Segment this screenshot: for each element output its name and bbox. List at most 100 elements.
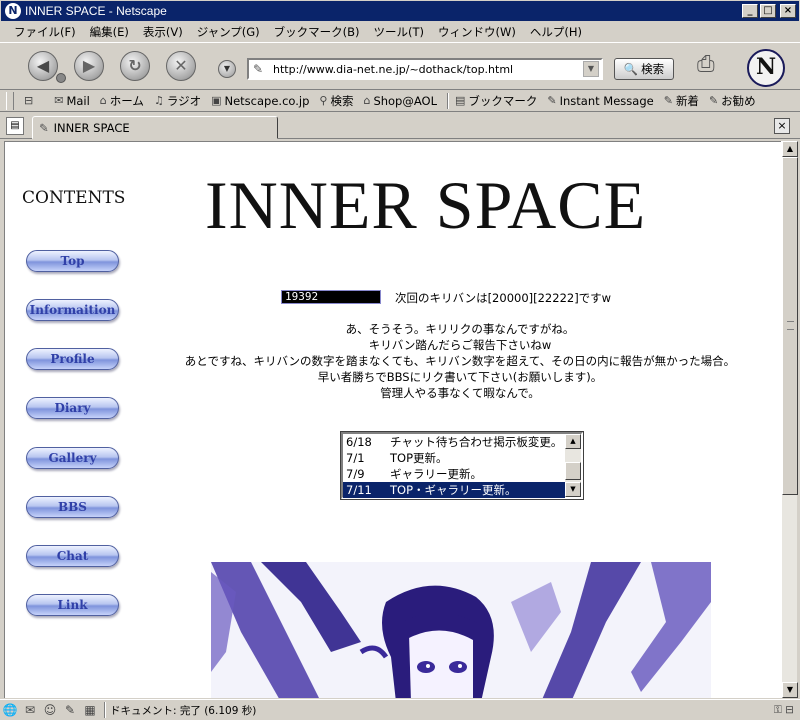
notice-line: 管理人やる事なくて暇なんで。 [380,386,540,400]
bookmark-label: お勧め [721,93,756,108]
nav-gallery-button[interactable]: Gallery [26,447,119,469]
update-item[interactable]: 7/1 TOP更新。 [343,450,565,466]
notice-line: あ、そうそう。キリリクの事なんですがね。 [345,322,575,336]
bookmark-link-icon: ✎ [708,94,719,107]
composer-icon[interactable]: ✎ [60,703,80,717]
bookmark-label: 検索 [330,93,354,108]
scroll-thumb[interactable] [782,157,798,495]
back-history-dropdown[interactable] [56,73,66,83]
close-tab-button[interactable]: × [774,118,790,134]
listbox-scroll-thumb[interactable] [565,462,581,480]
forward-button[interactable]: ▶ [74,51,104,81]
listbox-scroll-up[interactable]: ▲ [565,434,581,449]
scroll-up-button[interactable]: ▲ [782,141,798,157]
window-title: INNER SPACE - Netscape [25,4,167,18]
page-scrollbar[interactable]: ▲ ▼ [781,141,798,698]
maximize-button[interactable]: □ [760,4,776,18]
url-bar[interactable]: ✎ ▼ [247,58,603,80]
tab-bar: ▤ ✎ INNER SPACE × [0,113,800,139]
stop-button[interactable]: ✕ [166,51,196,81]
bookmark-link-icon: ✎ [663,94,673,107]
listbox-scrollbar[interactable]: ▲ ▼ [565,434,581,497]
print-icon[interactable]: ⎙ [697,52,729,80]
my-netscape-icon: ▣ [211,94,222,107]
reload-button[interactable]: ↻ [120,51,150,81]
status-bar: 🌐 ✉ ☺ ✎ ▦ ドキュメント: 完了 (6.109 秒) ⚿ ⊟ [0,699,800,720]
nav-link-button[interactable]: Link [26,594,119,616]
close-window-button[interactable]: × [780,4,796,18]
menu-view[interactable]: 表示(V) [143,24,183,40]
update-item[interactable]: 7/9 ギャラリー更新。 [343,466,565,482]
bookmark-home[interactable]: ⌂ ホーム [100,93,144,109]
listbox-scroll-down[interactable]: ▼ [565,482,581,497]
new-tab-icon[interactable]: ▤ [6,117,24,135]
notice-line: 早い者勝ちでBBSにリク書いて下さい(お願いします)。 [317,370,603,384]
update-history-listbox[interactable]: 6/18 チャット待ち合わせ掲示板変更。 7/1 TOP更新。 7/9 ギャラリー更新… [340,431,584,500]
menu-bookmarks[interactable]: ブックマーク(B) [274,24,360,40]
bookmark-search[interactable]: ⚲ 検索 [319,93,353,109]
nav-top-button[interactable]: Top [26,250,119,272]
menu-tools[interactable]: ツール(T) [374,24,425,40]
update-text: TOP・ギャラリー更新。 [390,483,517,497]
bookmark-shop[interactable]: ⌂ Shop@AOL [363,94,437,108]
radio-icon: ♫ [153,94,164,107]
url-history-button[interactable]: ▼ [218,60,236,78]
back-button[interactable]: ◀ [28,51,58,81]
tab-inner-space[interactable]: ✎ INNER SPACE [32,116,278,139]
bookmark-netscape[interactable]: ▣ Netscape.co.jp [211,94,309,108]
minimize-button[interactable]: _ [742,4,758,18]
bookmark-link-icon: ✎ [547,94,557,107]
update-item[interactable]: 6/18 チャット待ち合わせ掲示板変更。 [343,434,565,450]
netscape-logo[interactable]: N [747,49,785,87]
bookmark-label: ホーム [109,93,144,108]
page-proxy-icon[interactable]: ✎ [253,62,269,76]
nav-bbs-button[interactable]: BBS [26,496,119,518]
toolbar-home-tab-icon[interactable]: ⊟ [24,94,36,107]
page-icon: ✎ [39,120,49,135]
navigator-icon[interactable]: 🌐 [0,703,20,717]
menu-edit[interactable]: 編集(E) [90,24,129,40]
update-text: チャット待ち合わせ掲示板変更。 [390,435,563,449]
bookmark-recommended[interactable]: ✎ お勧め [709,93,756,109]
bookmark-new[interactable]: ✎ 新着 [664,93,699,109]
mail-icon[interactable]: ✉ [20,703,40,717]
url-input[interactable] [273,62,583,76]
site-title: INNER SPACE [205,167,647,243]
update-date: 7/11 [346,483,372,497]
netscape-icon: N [5,3,21,19]
menu-file[interactable]: ファイル(F) [14,24,76,40]
bookmark-label: Netscape.co.jp [224,93,310,108]
update-date: 6/18 [346,435,372,449]
bookmarks-menu[interactable]: ▤ ブックマーク [455,93,537,109]
home-icon: ⌂ [99,94,107,107]
page-content: CONTENTS Top Informaition Profile Diary … [4,141,781,698]
url-dropdown-button[interactable]: ▼ [583,61,599,77]
menu-window[interactable]: ウィンドウ(W) [438,24,516,40]
bookmark-label: Mail [66,93,90,108]
bookmark-radio[interactable]: ♫ ラジオ [154,93,201,109]
nav-chat-button[interactable]: Chat [26,545,119,567]
nav-information-button[interactable]: Informaition [26,299,119,321]
personal-toolbar: ⊟ ✉ Mail ⌂ ホーム ♫ ラジオ ▣ Netscape.co.jp ⚲ 検索 ⌂ S… [0,90,800,112]
search-button[interactable]: 🔍 検索 [614,58,674,80]
aim-icon[interactable]: ☺ [40,703,60,717]
bookmark-label: ブックマーク [468,93,538,108]
bookmark-label: Instant Message [559,93,654,108]
mail-icon: ✉ [54,94,64,107]
update-date: 7/1 [346,451,365,465]
kiriban-text: 次回のキリバンは[20000][22222]ですw [395,291,612,305]
bookmark-instant-message[interactable]: ✎ Instant Message [547,94,653,108]
update-item-selected[interactable]: 7/11 TOP・ギャラリー更新。 [343,482,565,498]
title-bar[interactable]: N INNER SPACE - Netscape _ □ × [0,0,800,22]
shop-icon: ⌂ [363,94,371,107]
toolbar-grip[interactable] [6,91,14,110]
menu-go[interactable]: ジャンプ(G) [197,24,260,40]
bookmark-folder-icon: ▤ [455,94,466,107]
search-button-label: 検索 [641,62,665,76]
scroll-down-button[interactable]: ▼ [782,682,798,698]
bookmark-mail[interactable]: ✉ Mail [54,94,90,108]
security-lock-icon[interactable]: ⚿ ⊟ [730,704,800,717]
menu-help[interactable]: ヘルプ(H) [530,24,582,40]
toolbar-separator [447,92,449,109]
address-book-icon[interactable]: ▦ [80,703,100,717]
